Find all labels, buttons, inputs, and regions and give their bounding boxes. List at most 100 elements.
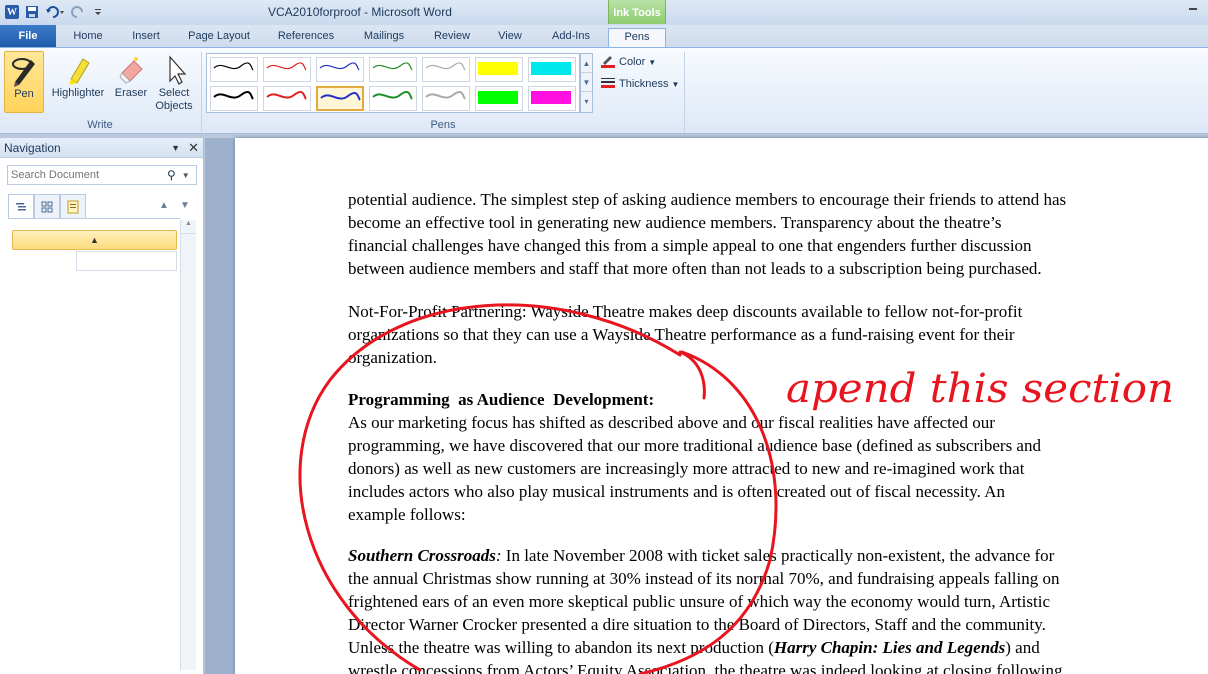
pen-icon: [5, 54, 43, 88]
pen-swatch[interactable]: [528, 86, 576, 111]
dropdown-arrow-icon: ▼: [671, 79, 680, 89]
pen-stroke-icon: [319, 62, 360, 71]
tab-review[interactable]: Review: [426, 28, 478, 47]
redo-icon[interactable]: [70, 4, 86, 20]
text-line: frightened ears of an even more skeptica…: [348, 592, 1050, 611]
gallery-down-icon[interactable]: ▼: [581, 73, 592, 92]
select-objects-button[interactable]: Select Objects: [152, 51, 196, 113]
pen-stroke-icon: [320, 91, 361, 101]
navigation-title: Navigation: [4, 140, 61, 155]
save-icon[interactable]: [24, 4, 40, 20]
text-line: As our marketing focus has shifted as de…: [348, 413, 995, 432]
paragraph-southern-crossroads: Southern Crossroads: In late November 20…: [348, 544, 1198, 674]
navigation-scrollbar[interactable]: ▲: [180, 220, 196, 670]
pen-stroke-icon: [266, 62, 307, 71]
highlighter-stroke-icon: [531, 91, 571, 104]
text-line: become an effective tool in generating n…: [348, 213, 1002, 232]
text-line: Director Warner Crocker presented a dire…: [348, 615, 1046, 634]
pane-options-icon[interactable]: ▼: [171, 143, 180, 153]
gallery-up-icon[interactable]: ▲: [581, 54, 592, 73]
gallery-scroll[interactable]: ▲ ▼ ▾: [580, 53, 593, 113]
tab-insert[interactable]: Insert: [120, 28, 172, 47]
divider: [8, 218, 180, 219]
search-box: ⚲ ▼: [7, 165, 197, 185]
text-line: Unless the theatre was willing to abando…: [348, 638, 1040, 657]
customize-qat-icon[interactable]: [90, 4, 106, 20]
text-line: Not-For-Profit Partnering: Wayside Theat…: [348, 302, 1023, 321]
highlighter-stroke-icon: [478, 91, 518, 104]
tab-file[interactable]: File: [0, 25, 56, 47]
pen-stroke-icon: [372, 90, 413, 100]
text-line: organization.: [348, 348, 437, 367]
section-heading: Programming as Audience Development:: [348, 390, 655, 409]
color-button[interactable]: Color ▼: [600, 53, 656, 71]
pen-swatch[interactable]: [369, 86, 417, 111]
word-logo-icon[interactable]: W: [4, 4, 20, 20]
tab-home[interactable]: Home: [62, 28, 114, 47]
pen-swatch[interactable]: [369, 57, 417, 82]
pen-swatch[interactable]: [210, 57, 258, 82]
pen-stroke-icon: [372, 62, 413, 71]
pens-group-label: Pens: [430, 119, 456, 131]
highlighter-button[interactable]: Highlighter: [46, 51, 110, 113]
pen-gallery: [206, 53, 580, 113]
pen-stroke-icon: [213, 62, 254, 71]
previous-heading-icon[interactable]: ▲: [159, 200, 169, 211]
document-page[interactable]: potential audience. The simplest step of…: [235, 138, 1208, 674]
ribbon-tabs: File Home Insert Page Layout References …: [0, 25, 1208, 47]
write-group-label: Write: [87, 119, 113, 131]
pen-swatch[interactable]: [528, 57, 576, 82]
dropdown-arrow-icon: ▼: [648, 57, 657, 67]
highlighter-stroke-icon: [478, 62, 518, 75]
next-heading-icon[interactable]: ▼: [180, 200, 190, 211]
pen-swatch[interactable]: [475, 57, 523, 82]
document-area: potential audience. The simplest step of…: [205, 138, 1208, 674]
nav-subheading-item[interactable]: [76, 251, 177, 271]
tab-references[interactable]: References: [270, 28, 342, 47]
eraser-button[interactable]: Eraser: [112, 51, 150, 113]
eraser-icon: [112, 53, 150, 87]
browse-headings-icon[interactable]: [8, 194, 34, 218]
pen-stroke-icon: [425, 62, 466, 71]
window-title: VCA2010forproof - Microsoft Word: [268, 5, 452, 19]
scroll-up-icon[interactable]: ▲: [181, 220, 196, 234]
nav-heading-item[interactable]: ▲: [12, 230, 177, 250]
undo-icon[interactable]: [44, 4, 66, 20]
pen-swatch[interactable]: [422, 57, 470, 82]
pen-stroke-icon: [266, 90, 307, 100]
pen-swatch[interactable]: [263, 86, 311, 111]
pen-swatch[interactable]: [210, 86, 258, 111]
pen-swatch[interactable]: [263, 57, 311, 82]
browse-pages-icon[interactable]: [34, 194, 60, 218]
text-line: includes actors who also play musical in…: [348, 482, 1006, 501]
tab-add-ins[interactable]: Add-Ins: [542, 28, 600, 47]
tab-view[interactable]: View: [486, 28, 534, 47]
tab-page-layout[interactable]: Page Layout: [180, 28, 258, 47]
paragraph-partnering: Not-For-Profit Partnering: Wayside Theat…: [348, 300, 1198, 369]
text-line: example follows:: [348, 505, 466, 524]
browse-results-icon[interactable]: [60, 194, 86, 218]
pen-color-icon: [600, 54, 616, 71]
minimize-icon[interactable]: [1178, 0, 1208, 18]
gallery-more-icon[interactable]: ▾: [581, 92, 592, 111]
search-input[interactable]: [11, 169, 161, 181]
pen-swatch[interactable]: [316, 86, 364, 111]
text-line: organizations so that they can use a Way…: [348, 325, 1015, 344]
search-icon[interactable]: ⚲: [167, 168, 176, 182]
window-controls: [1168, 0, 1208, 20]
tab-pens[interactable]: Pens: [608, 28, 666, 47]
pen-swatch[interactable]: [422, 86, 470, 111]
close-icon[interactable]: ✕: [188, 140, 199, 156]
thickness-icon: [600, 76, 616, 93]
chevron-down-icon[interactable]: ▼: [182, 171, 190, 180]
navigation-pane: Navigation ▼ ✕ ⚲ ▼ ▲ ▼ ▲ ▲: [0, 138, 204, 674]
pen-swatch[interactable]: [316, 57, 364, 82]
pen-swatch[interactable]: [475, 86, 523, 111]
thickness-button[interactable]: Thickness ▼: [600, 75, 679, 93]
pen-button[interactable]: Pen: [4, 51, 44, 113]
title-bar: W VCA2010forproof - Microsoft Word Ink T…: [0, 0, 1208, 25]
text-line: between audience members and staff that …: [348, 259, 1042, 278]
navigation-view-tabs: [8, 194, 86, 218]
tab-mailings[interactable]: Mailings: [354, 28, 414, 47]
select-arrow-icon: [152, 53, 196, 87]
